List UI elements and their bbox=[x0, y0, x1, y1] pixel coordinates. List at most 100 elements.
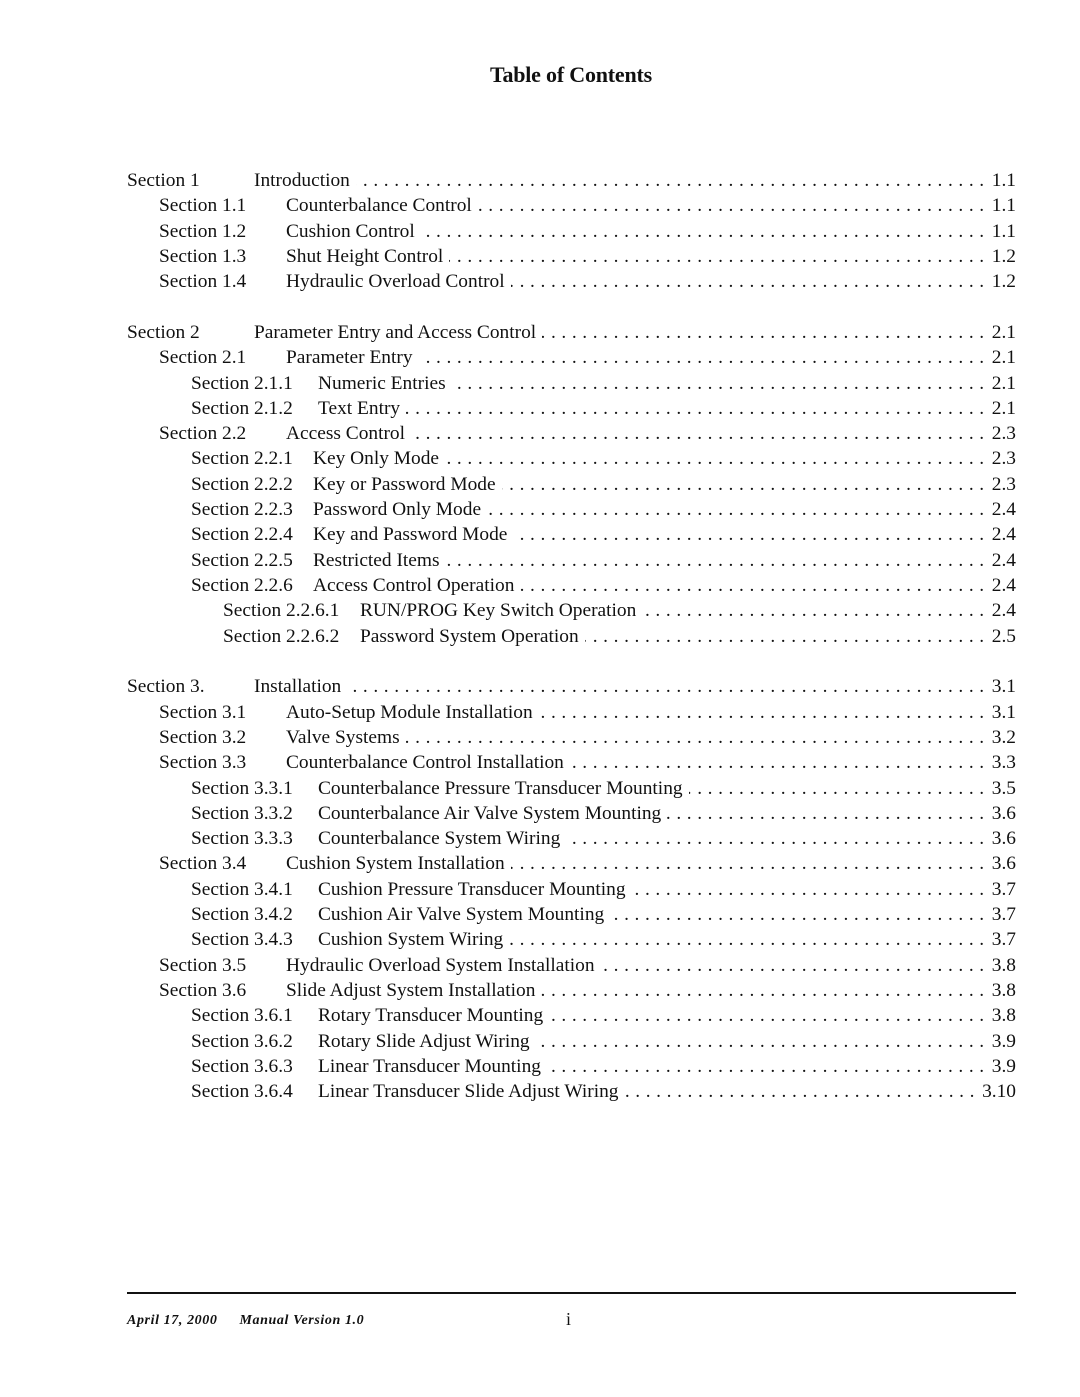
toc-entry[interactable]: Section 3.3.3 Counterbalance System Wirin… bbox=[127, 826, 1016, 852]
toc-entry-title: Introduction bbox=[254, 168, 356, 194]
toc-entry[interactable]: Section 3.1 Auto-Setup Module Installatio… bbox=[127, 699, 1016, 725]
toc-page-number: 1.2 bbox=[991, 271, 1016, 293]
toc-entry[interactable]: Section 1.1 Counterbalance Control.......… bbox=[127, 193, 1016, 219]
toc-page-number: 3.2 bbox=[991, 726, 1016, 748]
toc-page-number: 3.1 bbox=[991, 701, 1016, 723]
toc-entry[interactable]: Section 1.4 Hydraulic Overload Control...… bbox=[127, 269, 1016, 295]
toc-section-number: Section 1.4 bbox=[159, 271, 247, 293]
toc-entry-title: Installation bbox=[254, 674, 348, 700]
toc-page-number: 3.7 bbox=[991, 878, 1016, 900]
toc-section-number: Section 2.2.1 bbox=[191, 448, 293, 470]
toc-section-number: Section 2.1.2 bbox=[191, 397, 293, 419]
toc-entry[interactable]: Section 3.2 Valve Systems................… bbox=[127, 724, 1016, 751]
toc-page-number: 2.1 bbox=[991, 347, 1016, 369]
toc-entry[interactable]: Section 2.2 Access Control...............… bbox=[127, 421, 1016, 447]
toc-page-number: 3.5 bbox=[991, 777, 1016, 799]
toc-leader-dots: ........................................… bbox=[632, 878, 990, 900]
toc-entry[interactable]: Section 2.2.3 Password Only Mode.........… bbox=[127, 497, 1016, 523]
toc-entry[interactable]: Section 2.1 Parameter Entry..............… bbox=[127, 345, 1016, 371]
toc-section-number: Section 2.2.3 bbox=[191, 499, 293, 521]
toc-entry[interactable]: Section 3.3.2 Counterbalance Air Valve Sy… bbox=[127, 800, 1016, 827]
toc-entry[interactable]: Section 2.2.4 Key and Password Mode......… bbox=[127, 522, 1016, 548]
toc-leader-dots: ........................................… bbox=[541, 979, 990, 1001]
toc-entry[interactable]: Section 1.3 Shut Height Control..........… bbox=[127, 243, 1016, 270]
toc-section-number: Section 3.6.4 bbox=[191, 1081, 293, 1103]
toc-group: Section 1 Introduction...................… bbox=[127, 168, 1016, 295]
toc-entry-title: Text Entry bbox=[318, 395, 407, 422]
toc-leader-dots: ........................................… bbox=[418, 347, 990, 369]
toc-entry[interactable]: Section 2.2.6.2 Password System Operation… bbox=[127, 623, 1016, 649]
toc-page-number: 1.1 bbox=[991, 195, 1016, 217]
toc-section-number: Section 3.6.3 bbox=[191, 1055, 293, 1077]
toc-entry[interactable]: Section 2.2.2 Key or Password Mode.......… bbox=[127, 471, 1016, 498]
footer-divider bbox=[127, 1292, 1016, 1294]
toc-entry[interactable]: Section 2.2.5 Restricted Items...........… bbox=[127, 547, 1016, 573]
toc-entry[interactable]: Section 3. Installation..................… bbox=[127, 674, 1016, 700]
toc-leader-dots: ........................................… bbox=[624, 1081, 981, 1103]
toc-entry-title: Shut Height Control bbox=[286, 243, 450, 270]
toc-section-number: Section 2.1.1 bbox=[191, 372, 293, 394]
toc-leader-dots: ........................................… bbox=[406, 397, 990, 419]
toc-leader-dots: ........................................… bbox=[513, 524, 990, 546]
toc-page-number: 3.8 bbox=[991, 1005, 1016, 1027]
toc-entry-title: Password Only Mode bbox=[313, 497, 488, 523]
toc-section-number: Section 2 bbox=[127, 321, 200, 343]
footer-page-number: i bbox=[566, 1309, 572, 1329]
toc-section-number: Section 3.5 bbox=[159, 954, 247, 976]
toc-page-number: 2.3 bbox=[991, 473, 1016, 495]
toc-entry[interactable]: Section 3.4.3 Cushion System Wiring......… bbox=[127, 927, 1016, 953]
toc-entry-title: RUN/PROG Key Switch Operation bbox=[360, 598, 643, 624]
toc-entry[interactable]: Section 3.3.1 Counterbalance Pressure Tra… bbox=[127, 775, 1016, 801]
toc-entry[interactable]: Section 2.1.2 Text Entry.................… bbox=[127, 395, 1016, 422]
toc-leader-dots: ........................................… bbox=[584, 625, 990, 647]
toc-page-number: 2.1 bbox=[991, 372, 1016, 394]
toc-entry[interactable]: Section 3.6.2 Rotary Slide Adjust Wiring.… bbox=[127, 1028, 1016, 1054]
toc-entry[interactable]: Section 1.2 Cushion Control..............… bbox=[127, 218, 1016, 244]
toc-entry-title: Counterbalance Pressure Transducer Mount… bbox=[318, 775, 689, 801]
toc-entry[interactable]: Section 1 Introduction...................… bbox=[127, 168, 1016, 194]
toc-entry-title: Hydraulic Overload System Installation bbox=[286, 952, 601, 978]
footer-version: Manual Version 1.0 bbox=[239, 1313, 365, 1328]
toc-entry[interactable]: Section 2.2.6 Access Control Operation...… bbox=[127, 572, 1016, 599]
toc-leader-dots: ........................................… bbox=[411, 423, 990, 445]
footer-info: April 17, 2000 Manual Version 1.0 bbox=[127, 1313, 386, 1329]
toc-page-number: 3.9 bbox=[991, 1055, 1016, 1077]
toc-section-number: Section 1.3 bbox=[159, 245, 247, 267]
toc-entry[interactable]: Section 3.6.3 Linear Transducer Mounting.… bbox=[127, 1053, 1016, 1080]
toc-page-number: 2.4 bbox=[991, 524, 1016, 546]
toc-entry[interactable]: Section 2.2.6.1 RUN/PROG Key Switch Opera… bbox=[127, 598, 1016, 624]
toc-entry[interactable]: Section 3.4.1 Cushion Pressure Transducer… bbox=[127, 876, 1016, 903]
toc-section-number: Section 2.2.6.2 bbox=[223, 625, 340, 647]
toc-entry-title: Cushion System Installation bbox=[286, 851, 511, 877]
toc-entry[interactable]: Section 3.4 Cushion System Installation..… bbox=[127, 851, 1016, 877]
toc-page-number: 2.3 bbox=[991, 448, 1016, 470]
toc-entry[interactable]: Section 2.1.1 Numeric Entries............… bbox=[127, 370, 1016, 396]
toc-entry[interactable]: Section 3.4.2 Cushion Air Valve System Mo… bbox=[127, 902, 1016, 928]
toc-entry-title: Counterbalance System Wiring bbox=[318, 826, 567, 852]
toc-entry-title: Parameter Entry and Access Control bbox=[254, 319, 543, 346]
toc-section-number: Section 3.4.1 bbox=[191, 878, 293, 900]
toc-entry[interactable]: Section 3.6.4 Linear Transducer Slide Adj… bbox=[127, 1079, 1016, 1105]
toc-entry[interactable]: Section 3.5 Hydraulic Overload System Ins… bbox=[127, 952, 1016, 978]
toc-entry-title: Cushion System Wiring bbox=[318, 927, 510, 953]
toc-entry-title: Linear Transducer Mounting bbox=[318, 1053, 547, 1080]
toc-entry[interactable]: Section 3.6.1 Rotary Transducer Mounting.… bbox=[127, 1003, 1016, 1029]
toc-page-number: 2.4 bbox=[991, 574, 1016, 596]
toc-leader-dots: ........................................… bbox=[445, 448, 990, 470]
toc-entry-title: Hydraulic Overload Control bbox=[286, 269, 511, 295]
toc-leader-dots: ........................................… bbox=[610, 904, 990, 926]
toc-leader-dots: ........................................… bbox=[421, 220, 990, 242]
toc-leader-dots: ........................................… bbox=[347, 676, 990, 698]
toc-leader-dots: ........................................… bbox=[547, 1055, 990, 1077]
toc-entry[interactable]: Section 3.3 Counterbalance Control Instal… bbox=[127, 750, 1016, 776]
toc-entry[interactable]: Section 2 Parameter Entry and Access Cont… bbox=[127, 319, 1016, 346]
toc-entry[interactable]: Section 3.6 Slide Adjust System Installat… bbox=[127, 977, 1016, 1004]
toc-section-number: Section 3.3 bbox=[159, 752, 247, 774]
table-of-contents: Section 1 Introduction...................… bbox=[127, 168, 1016, 1130]
toc-leader-dots: ........................................… bbox=[511, 853, 990, 875]
toc-entry[interactable]: Section 2.2.1 Key Only Mode..............… bbox=[127, 446, 1016, 472]
page-title: Table of Contents bbox=[489, 62, 653, 87]
toc-leader-dots: ........................................… bbox=[520, 574, 990, 596]
toc-page-number: 3.6 bbox=[991, 853, 1016, 875]
toc-section-number: Section 3.4.3 bbox=[191, 929, 293, 951]
